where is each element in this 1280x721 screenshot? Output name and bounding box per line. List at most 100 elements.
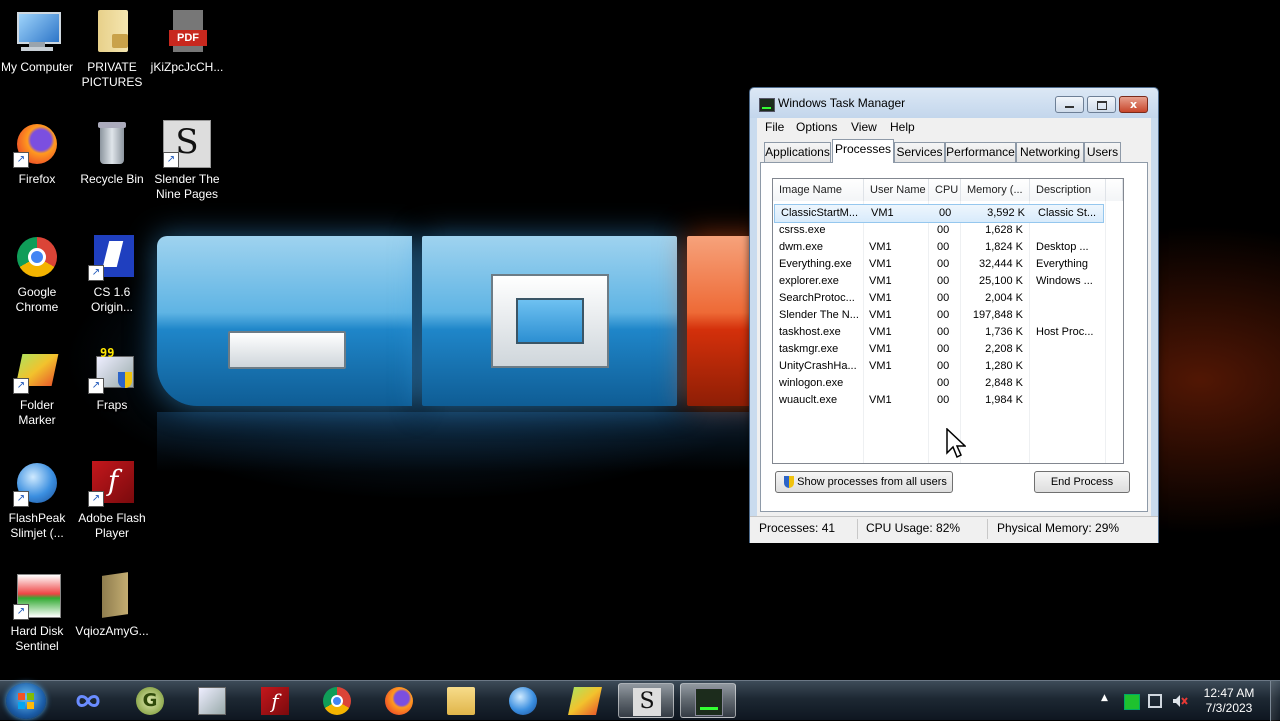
process-description: Everything <box>1036 258 1088 270</box>
desktop-icon-label: PRIVATE PICTURES <box>81 60 143 89</box>
process-row[interactable]: csrss.exe 00 1,628 K <box>773 222 1123 239</box>
process-list[interactable]: Image Name User Name CPU Memory (... Des… <box>772 178 1124 464</box>
taskbar-adobe-flash[interactable]: f <box>247 683 303 718</box>
process-row[interactable]: winlogon.exe 00 2,848 K <box>773 375 1123 392</box>
process-cpu: 00 <box>937 258 950 270</box>
process-row[interactable]: Everything.exe VM1 00 32,444 K Everything <box>773 256 1123 273</box>
show-desktop-button[interactable] <box>1270 681 1280 721</box>
desktop-icon-vqiozamyg[interactable]: VqiozAmyG... <box>75 572 149 639</box>
process-name: taskmgr.exe <box>779 343 839 355</box>
process-user: VM1 <box>869 309 892 321</box>
menu-view[interactable]: View <box>851 120 877 134</box>
process-description <box>1036 392 1106 409</box>
desktop-icon-label: CS 1.6 Origin... <box>90 285 133 314</box>
desktop-icon-folder-marker[interactable]: ↗ Folder Marker <box>0 346 74 428</box>
desktop-icon-slender[interactable]: S ↗ Slender The Nine Pages <box>150 120 224 202</box>
globe-icon: ↗ <box>13 459 61 507</box>
desktop-icon-google-chrome[interactable]: Google Chrome <box>0 233 74 315</box>
taskbar-slimjet[interactable] <box>495 683 551 718</box>
desktop-icon-label: Adobe Flash Player <box>78 511 146 540</box>
process-row[interactable]: taskhost.exe VM1 00 1,736 K Host Proc... <box>773 324 1123 341</box>
start-button[interactable] <box>6 683 46 719</box>
process-memory: 1,280 K <box>985 360 1023 372</box>
desktop-icon-cs16[interactable]: ↗ CS 1.6 Origin... <box>75 233 149 315</box>
tab-applications[interactable]: Applications <box>764 142 831 162</box>
column-memory[interactable]: Memory (... <box>961 179 1030 201</box>
folder-marker-icon <box>568 687 602 715</box>
taskbar-firefox[interactable] <box>371 683 427 718</box>
taskbar-fraps[interactable] <box>184 683 240 718</box>
menu-file[interactable]: File <box>765 120 784 134</box>
process-user: VM1 <box>869 258 892 270</box>
process-row[interactable]: UnityCrashHa... VM1 00 1,280 K <box>773 358 1123 375</box>
tab-networking[interactable]: Networking <box>1016 142 1084 162</box>
taskbar-g-app[interactable]: G <box>122 683 178 718</box>
end-process-button[interactable]: End Process <box>1034 471 1130 493</box>
column-user-name[interactable]: User Name <box>864 179 929 201</box>
tab-performance[interactable]: Performance <box>945 142 1016 162</box>
process-row[interactable]: taskmgr.exe VM1 00 2,208 K <box>773 341 1123 358</box>
show-hidden-icons-arrow[interactable]: ▲ <box>1101 693 1108 703</box>
column-cpu[interactable]: CPU <box>929 179 961 201</box>
process-cpu: 00 <box>937 377 950 389</box>
globe-icon <box>509 687 537 715</box>
process-description: Windows ... <box>1036 275 1093 287</box>
shortcut-arrow-icon: ↗ <box>88 378 104 394</box>
process-cpu: 00 <box>937 224 950 236</box>
folder-marker-icon: ↗ <box>13 346 61 394</box>
desktop-icon-firefox[interactable]: ↗ Firefox <box>0 120 74 187</box>
network-icon[interactable] <box>1148 694 1162 708</box>
process-name: SearchProtoc... <box>779 292 855 304</box>
taskbar-infinity-app[interactable] <box>60 683 116 718</box>
process-row[interactable]: ClassicStartM... VM1 00 3,592 K Classic St..… <box>774 204 1104 223</box>
process-row[interactable]: dwm.exe VM1 00 1,824 K Desktop ... <box>773 239 1123 256</box>
process-name: csrss.exe <box>779 224 826 236</box>
taskbar-slender[interactable]: S <box>618 683 674 718</box>
process-row[interactable]: Slender The N... VM1 00 197,848 K <box>773 307 1123 324</box>
taskbar-chrome[interactable] <box>309 683 365 718</box>
tab-users[interactable]: Users <box>1084 142 1121 162</box>
tab-processes[interactable]: Processes <box>832 139 894 163</box>
process-name: winlogon.exe <box>779 377 844 389</box>
desktop-icon-hard-disk-sentinel[interactable]: ↗ Hard Disk Sentinel <box>0 572 74 654</box>
desktop-icon-my-computer[interactable]: My Computer <box>0 8 74 75</box>
tray-green-status-icon[interactable] <box>1124 694 1140 710</box>
taskbar-file-explorer[interactable] <box>433 683 489 718</box>
close-button[interactable]: x <box>1119 96 1148 113</box>
show-all-processes-button[interactable]: Show processes from all users <box>775 471 953 493</box>
desktop-icon-pdf-file[interactable]: PDF jKiZpcJcCH... <box>150 8 224 75</box>
column-image-name[interactable]: Image Name <box>773 179 864 201</box>
firefox-icon: ↗ <box>13 120 61 168</box>
process-row[interactable]: explorer.exe VM1 00 25,100 K Windows ... <box>773 273 1123 290</box>
volume-muted-icon[interactable] <box>1172 694 1188 708</box>
desktop-icon-flashpeak-slimjet[interactable]: ↗ FlashPeak Slimjet (... <box>0 459 74 541</box>
uac-shield-icon <box>784 476 794 488</box>
taskbar-folder-marker[interactable] <box>557 683 613 718</box>
process-row[interactable]: SearchProtoc... VM1 00 2,004 K <box>773 290 1123 307</box>
menu-help[interactable]: Help <box>890 120 915 134</box>
maximize-button[interactable] <box>1087 96 1116 113</box>
minimize-button[interactable] <box>1055 96 1084 113</box>
desktop-icon-fraps[interactable]: 99 ↗ Fraps <box>75 346 149 413</box>
pdf-badge: PDF <box>169 30 207 46</box>
g-app-icon: G <box>136 687 164 715</box>
desktop-icon-recycle-bin[interactable]: Recycle Bin <box>75 120 149 187</box>
process-row[interactable]: wuauclt.exe VM1 00 1,984 K <box>773 392 1123 409</box>
desktop-icon-adobe-flash-player[interactable]: f ↗ Adobe Flash Player <box>75 459 149 541</box>
process-user: VM1 <box>869 241 892 253</box>
column-description[interactable]: Description <box>1030 179 1106 201</box>
process-user: VM1 <box>869 394 892 406</box>
process-cpu: 00 <box>937 394 950 406</box>
desktop-icon-private-pictures[interactable]: PRIVATE PICTURES <box>75 8 149 90</box>
task-manager-window[interactable]: Windows Task Manager x File Options View… <box>749 87 1159 543</box>
menu-options[interactable]: Options <box>796 120 837 134</box>
desktop-icon-label: FlashPeak Slimjet (... <box>8 511 66 540</box>
firefox-icon <box>385 687 413 715</box>
tab-services[interactable]: Services <box>894 142 945 162</box>
process-memory: 2,848 K <box>985 377 1023 389</box>
clock[interactable]: 12:47 AM 7/3/2023 <box>1192 686 1266 716</box>
computer-icon <box>13 8 61 56</box>
title-bar[interactable]: Windows Task Manager x <box>750 88 1158 118</box>
infinity-icon <box>74 687 102 715</box>
taskbar-task-manager[interactable] <box>680 683 736 718</box>
